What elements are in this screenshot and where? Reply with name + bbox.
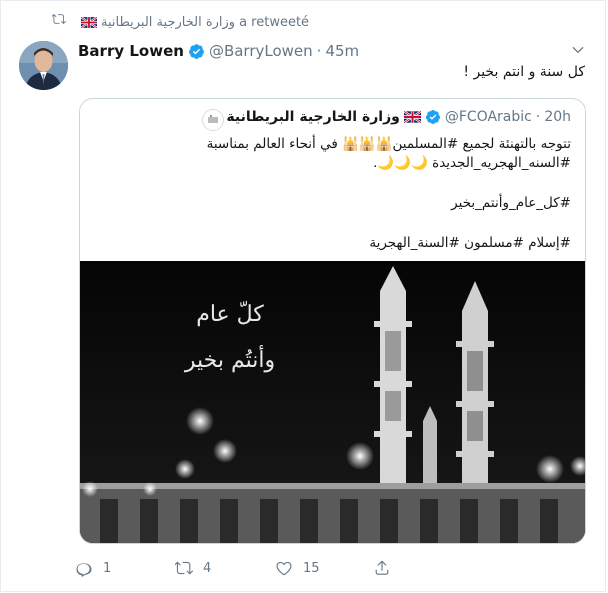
quoted-hashtag-line[interactable]: #كل_عام_وأنتم_بخير [91, 194, 571, 213]
tweet-actions: 1 4 15 [75, 559, 395, 583]
uk-flag-icon [81, 16, 97, 28]
quoted-tweet[interactable]: وزارة الخارجية البريطانية @FCOArabic · 2… [79, 98, 586, 544]
mosque-photo: كلّ عام وأنتُم بخير [80, 261, 585, 543]
chevron-down-icon[interactable] [571, 42, 585, 61]
image-greeting-line1: كلّ عام [196, 300, 264, 327]
tweet-card[interactable]: وزارة الخارجية البريطانية a retweeté Bar… [0, 0, 606, 592]
quoted-author-handle[interactable]: @FCOArabic [445, 109, 532, 125]
image-greeting-line2: وأنتُم بخير [184, 344, 275, 373]
quoted-hashtag-line[interactable]: #إسلام #مسلمون #السنة_الهجرية [91, 234, 571, 253]
separator-dot: · [535, 109, 541, 125]
quoted-text-line: #السنه_الهجريه_الجديدة 🌙🌙🌙. [373, 155, 571, 171]
heart-icon [276, 561, 292, 576]
share-button[interactable] [373, 559, 391, 577]
quoted-tweet-timestamp[interactable]: 20h [544, 109, 571, 125]
retweet-button[interactable]: 4 [175, 559, 211, 577]
quoted-tweet-text: تتوجه بالتهنئة لجميع #المسلمين🕌🕌🕌 في أنح… [91, 135, 571, 253]
author-name[interactable]: Barry Lowen [78, 42, 184, 60]
reply-icon [76, 563, 92, 577]
like-count: 15 [303, 560, 320, 576]
retweet-context: وزارة الخارجية البريطانية a retweeté [52, 13, 310, 31]
tweet-timestamp[interactable]: 45m [325, 42, 359, 60]
uk-flag-icon [403, 111, 421, 123]
quoted-text-line: تتوجه بالتهنئة لجميع #المسلمين🕌🕌🕌 في أنح… [206, 136, 571, 152]
avatar[interactable] [19, 41, 68, 90]
retweet-suffix: a retweeté [239, 14, 310, 30]
quoted-avatar[interactable] [202, 109, 225, 131]
tweet-header: Barry Lowen @BarryLowen · 45m [78, 40, 585, 62]
quoted-author-name[interactable]: وزارة الخارجية البريطانية [226, 109, 399, 125]
retweet-icon [52, 14, 66, 24]
like-button[interactable]: 15 [275, 559, 320, 577]
share-icon [375, 560, 389, 575]
avatar-photo [19, 41, 68, 90]
reply-button[interactable]: 1 [75, 559, 111, 577]
verified-badge-icon [188, 43, 205, 60]
retweet-count: 4 [203, 560, 212, 576]
author-handle[interactable]: @BarryLowen [209, 42, 313, 60]
retweet-icon [175, 561, 193, 575]
quoted-media-image[interactable]: كلّ عام وأنتُم بخير [80, 261, 585, 543]
verified-badge-icon [425, 109, 441, 125]
retweeter-name[interactable]: وزارة الخارجية البريطانية [101, 15, 235, 30]
quoted-tweet-header: وزارة الخارجية البريطانية @FCOArabic · 2… [202, 109, 571, 131]
separator-dot: · [316, 42, 322, 60]
reply-count: 1 [103, 560, 112, 576]
tweet-text: كل سنة و انتم بخير ! [463, 64, 585, 80]
